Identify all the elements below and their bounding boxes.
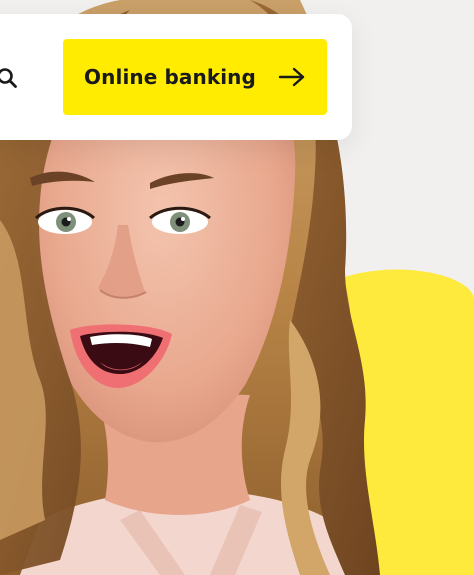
search-icon xyxy=(0,68,17,88)
online-banking-label: Online banking xyxy=(84,65,256,89)
arrow-right-icon xyxy=(278,67,306,87)
header-bar: Online banking xyxy=(0,14,352,140)
search-button[interactable] xyxy=(0,63,22,93)
online-banking-button[interactable]: Online banking xyxy=(63,39,327,115)
